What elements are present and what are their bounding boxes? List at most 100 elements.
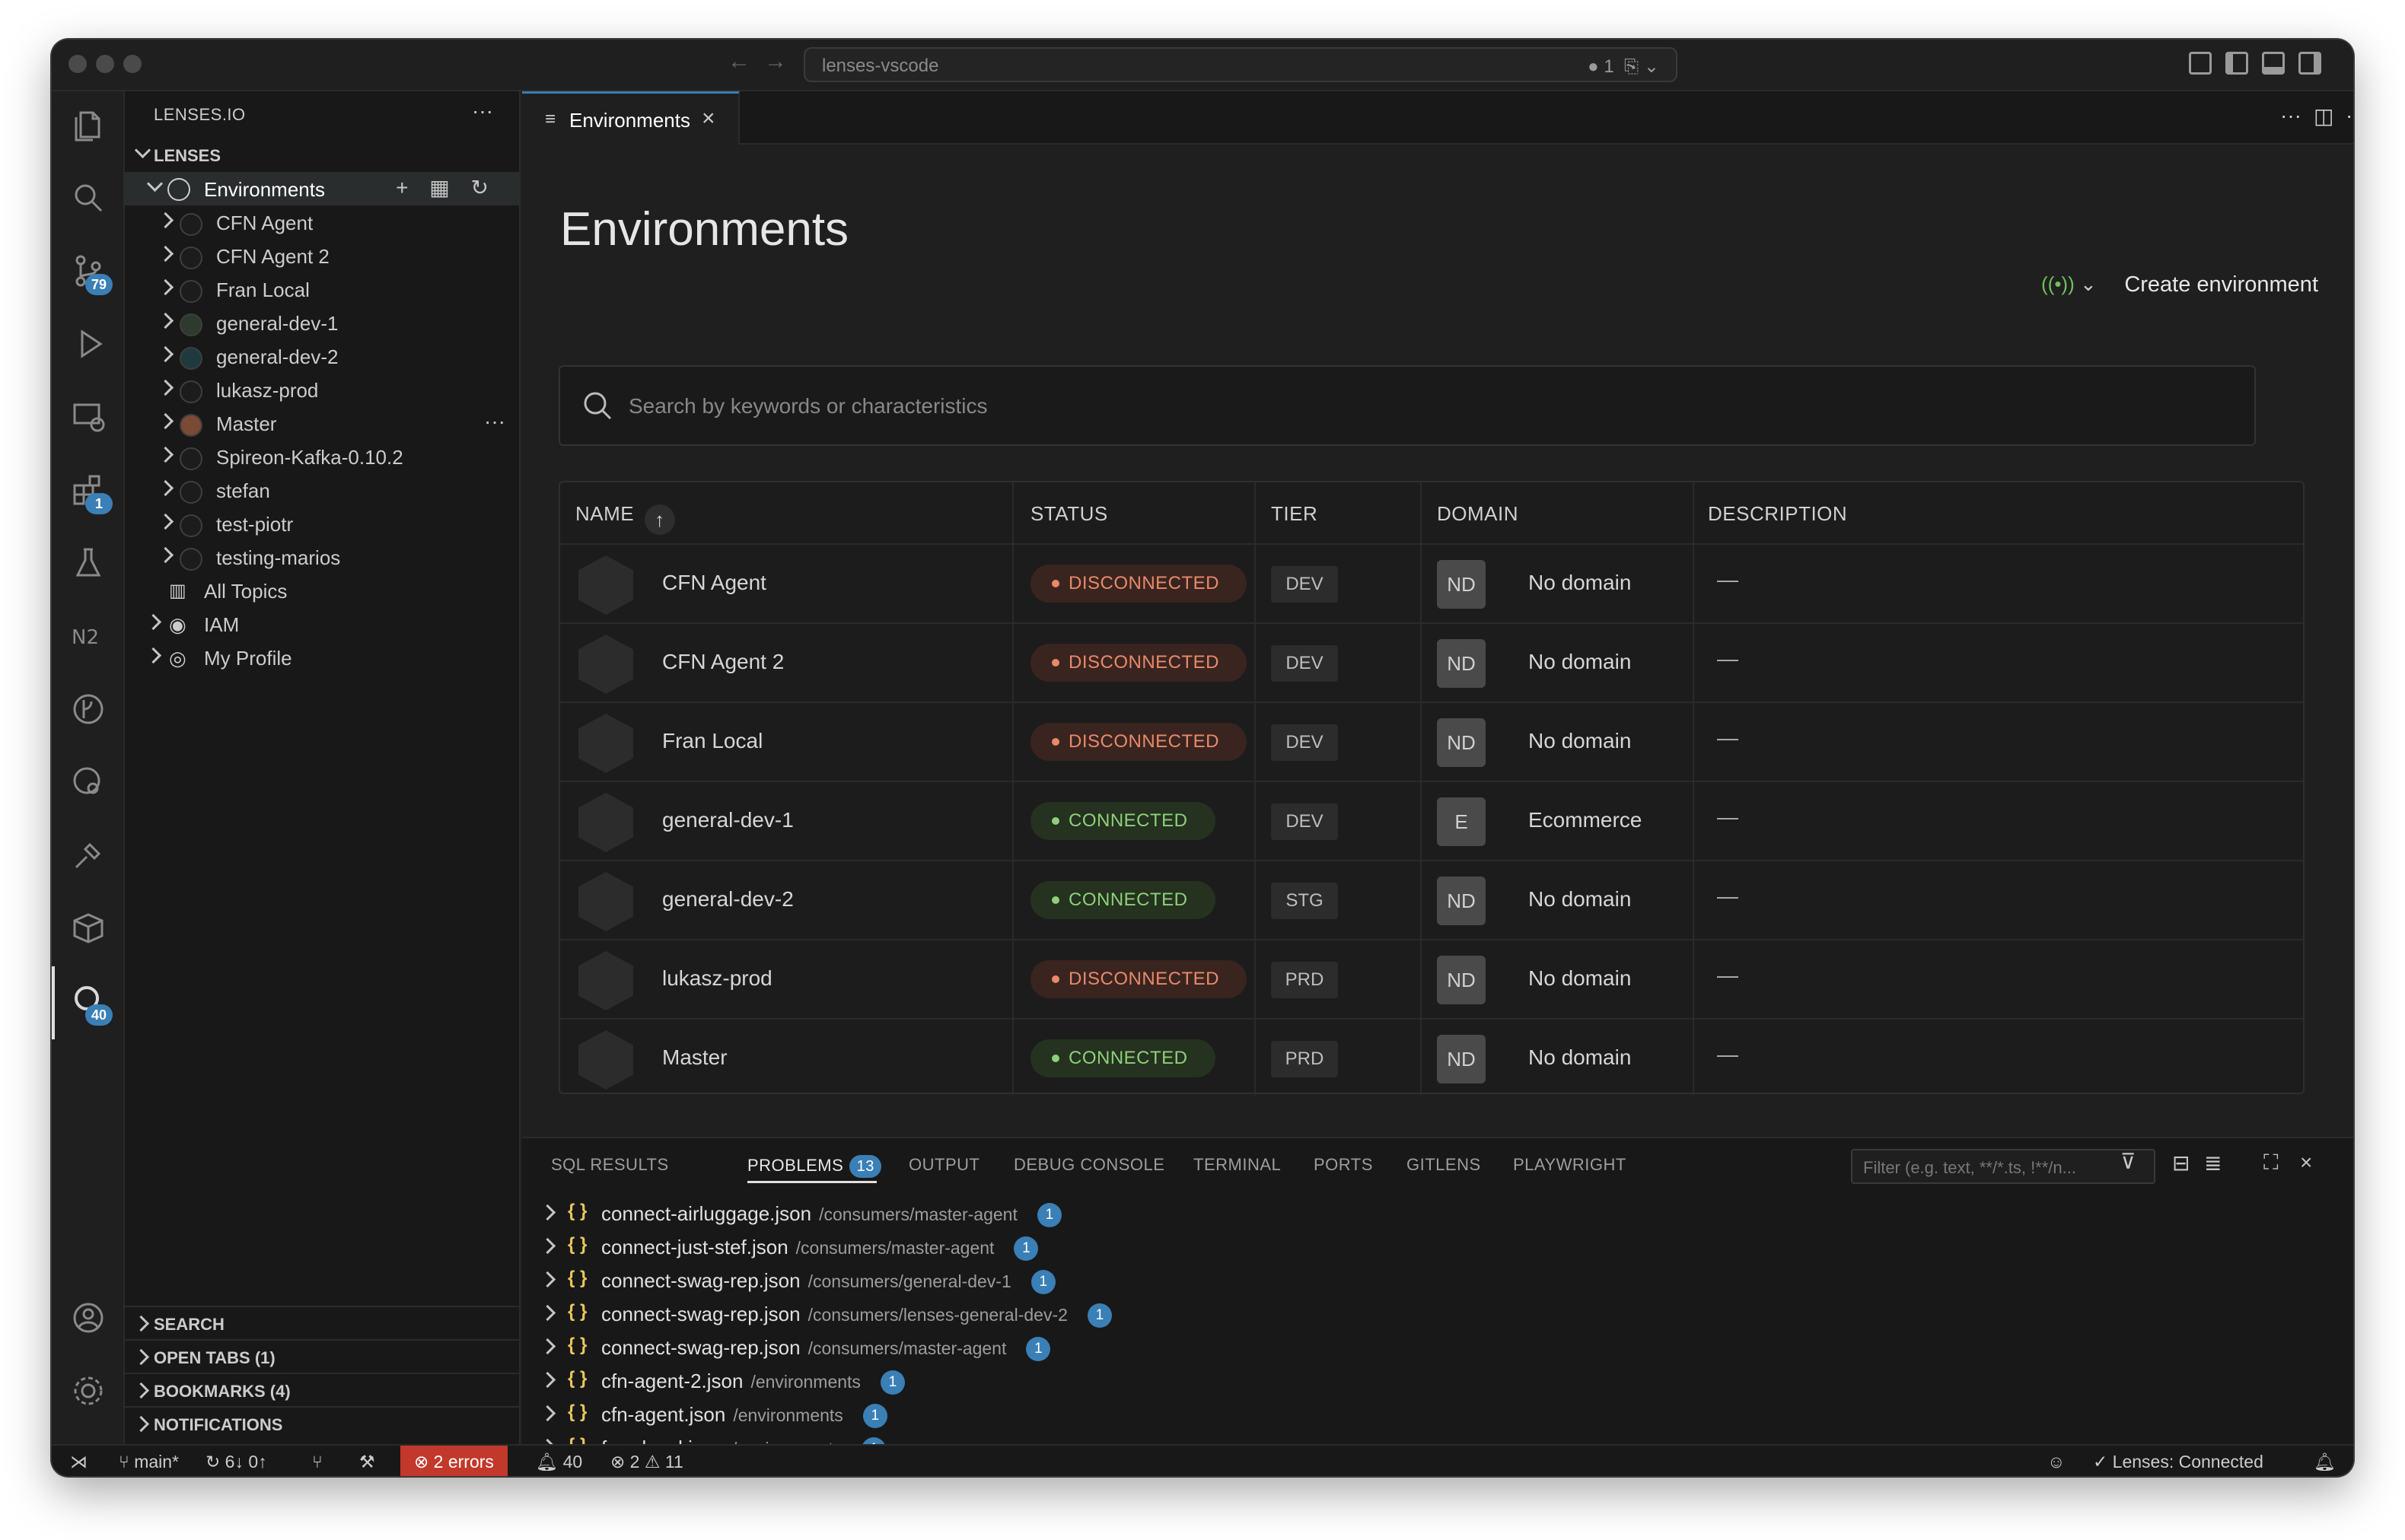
command-center[interactable]: lenses-vscode ● 1 ⎘ ⌄ [804,47,1677,82]
environment-name[interactable]: Fran Local [662,729,763,753]
remote-icon[interactable]: ⋊ [70,1452,88,1472]
chevron-right-icon[interactable] [540,1371,556,1386]
customize-layout-icon[interactable] [2189,52,2212,75]
create-environment-button[interactable]: Create environment [2124,272,2318,298]
chevron-right-icon[interactable] [540,1405,556,1420]
tree-item-environment[interactable]: CFN Agent 2 [125,239,519,272]
close-window-button[interactable] [68,55,87,73]
errors-badge[interactable]: ⊗ 2 errors [400,1446,508,1476]
environment-name[interactable]: CFN Agent 2 [662,650,784,674]
git-graph-icon[interactable] [70,691,107,727]
panel-tab-playwright[interactable]: PLAYWRIGHT [1513,1155,1626,1175]
chevron-right-icon[interactable] [158,446,174,461]
chevron-right-icon[interactable] [540,1271,556,1286]
notifications-item[interactable]: 🔔︎ 40 [536,1452,582,1472]
tree-item-environment[interactable]: lukasz-prod [125,373,519,406]
sync-item[interactable]: ↻ 6↓ 0↑ [205,1452,267,1472]
chevron-right-icon[interactable] [540,1204,556,1219]
column-header-domain[interactable]: DOMAIN [1437,482,1518,543]
environment-actions[interactable]: + ▦ ↻ [396,175,496,200]
chevron-right-icon[interactable] [158,513,174,528]
problem-file-row[interactable]: { } connect-swag-rep.json/consumers/lense… [522,1297,2353,1330]
column-header-status[interactable]: STATUS [1030,482,1108,543]
section-search[interactable]: SEARCH [125,1306,519,1339]
column-header-description[interactable]: DESCRIPTION [1708,482,1847,543]
item-more-icon[interactable]: ··· [484,409,505,434]
close-panel-icon[interactable]: × [2300,1150,2312,1175]
toggle-panel-icon[interactable] [2262,52,2285,75]
lenses-section-header[interactable]: LENSES [125,138,519,172]
maximize-panel-icon[interactable]: ⛶ [2263,1150,2279,1176]
lenses-status[interactable]: ✓ Lenses: Connected [2093,1452,2263,1472]
gear-icon[interactable] [70,1373,107,1409]
problem-file-row[interactable]: { } connect-just-stef.json/consumers/mast… [522,1230,2353,1263]
problems-status-item[interactable]: ⊗ 2 ⚠ 11 [610,1452,683,1472]
problem-file-row[interactable]: { } connect-airluggage.json/consumers/mas… [522,1196,2353,1230]
chevron-right-icon[interactable] [158,479,174,495]
problems-filter-input[interactable]: Filter (e.g. text, **/*.ts, !**/n... [1851,1149,2155,1184]
chevron-right-icon[interactable] [540,1338,556,1353]
branch-item[interactable]: ⑂ main* [119,1452,179,1472]
filter-funnel-icon[interactable]: ⊽ [2120,1149,2136,1174]
package-box-icon[interactable] [70,910,107,947]
gitlens-inspect-icon[interactable] [70,764,107,800]
search-icon[interactable] [70,180,107,216]
tools-icon[interactable]: ⚒ [359,1452,375,1472]
tree-item-environment[interactable]: test-piotr [125,507,519,540]
forward-arrow-icon[interactable]: → [764,49,787,75]
table-row[interactable]: Fran Local DISCONNECTED DEV ND No domain — [560,702,2303,781]
panel-tab-ports[interactable]: PORTS [1314,1155,1373,1175]
graph-icon[interactable]: ⑂ [312,1452,323,1472]
collapse-all-icon[interactable]: ⊟ [2172,1150,2190,1176]
chevron-right-icon[interactable] [158,278,174,294]
remote-explorer-icon[interactable] [70,399,107,435]
chevron-right-icon[interactable] [158,412,174,428]
chevron-right-icon[interactable] [158,379,174,394]
section-notifications[interactable]: NOTIFICATIONS [125,1406,519,1440]
accounts-icon[interactable] [70,1300,107,1336]
panel-tab-problems[interactable]: PROBLEMS 13 [747,1155,882,1178]
tree-item-my-profile[interactable]: ◎ My Profile [125,641,519,674]
panel-tab-output[interactable]: OUTPUT [909,1155,980,1175]
sort-arrow-up-icon[interactable]: ↑ [644,504,675,535]
tab-environments[interactable]: ≡ Environments × [522,91,740,145]
chevron-right-icon[interactable] [158,212,174,227]
tree-item-environment[interactable]: general-dev-1 [125,306,519,339]
section-open-tabs[interactable]: OPEN TABS (1) [125,1339,519,1373]
panel-tab-terminal[interactable]: TERMINAL [1193,1155,1281,1175]
chevron-right-icon[interactable] [158,546,174,562]
chevron-right-icon[interactable] [158,245,174,260]
minimize-window-button[interactable] [96,55,114,73]
explorer-icon[interactable] [70,107,107,143]
environment-name[interactable]: general-dev-1 [662,808,794,832]
table-row[interactable]: Master CONNECTED PRD ND No domain — [560,1018,2303,1097]
broadcast-dropdown[interactable]: ((•)) ⌄ [2041,272,2097,296]
chevron-right-icon[interactable] [146,613,161,628]
tree-item-environment[interactable]: general-dev-2 [125,339,519,373]
tree-item-environment[interactable]: Master ··· [125,406,519,440]
tree-item-environment[interactable]: CFN Agent [125,205,519,239]
problem-file-row[interactable]: { } connect-swag-rep.json/consumers/maste… [522,1330,2353,1363]
tree-item-all-topics[interactable]: ▥ All Topics [125,574,519,607]
chevron-right-icon[interactable] [146,647,161,662]
table-row[interactable]: lukasz-prod DISCONNECTED PRD ND No domain — [560,939,2303,1018]
chevron-right-icon[interactable] [158,312,174,327]
tree-item-environments[interactable]: Environments + ▦ ↻ [125,172,519,205]
tree-item-environment[interactable]: testing-marios [125,540,519,574]
table-row[interactable]: CFN Agent 2 DISCONNECTED DEV ND No domain — [560,622,2303,702]
toggle-primary-sidebar-icon[interactable] [2225,52,2248,75]
table-row[interactable]: general-dev-1 CONNECTED DEV E Ecommerce — [560,781,2303,860]
table-row[interactable]: CFN Agent DISCONNECTED DEV ND No domain — [560,543,2303,622]
tree-item-iam[interactable]: ◉ IAM [125,607,519,641]
environment-name[interactable]: lukasz-prod [662,966,772,991]
chevron-right-icon[interactable] [540,1237,556,1252]
n2-icon[interactable]: N2 [70,618,107,654]
column-header-tier[interactable]: TIER [1271,482,1317,543]
problem-file-row[interactable]: { } cfn-agent.json/environments 1 [522,1397,2353,1430]
chevron-right-icon[interactable] [540,1304,556,1319]
more-actions-icon[interactable]: ··· [472,99,493,123]
toggle-secondary-sidebar-icon[interactable] [2298,52,2321,75]
more-icon[interactable]: ··· [2280,103,2301,128]
back-arrow-icon[interactable]: ← [728,49,750,75]
problem-file-row[interactable]: { } connect-swag-rep.json/consumers/gener… [522,1263,2353,1297]
